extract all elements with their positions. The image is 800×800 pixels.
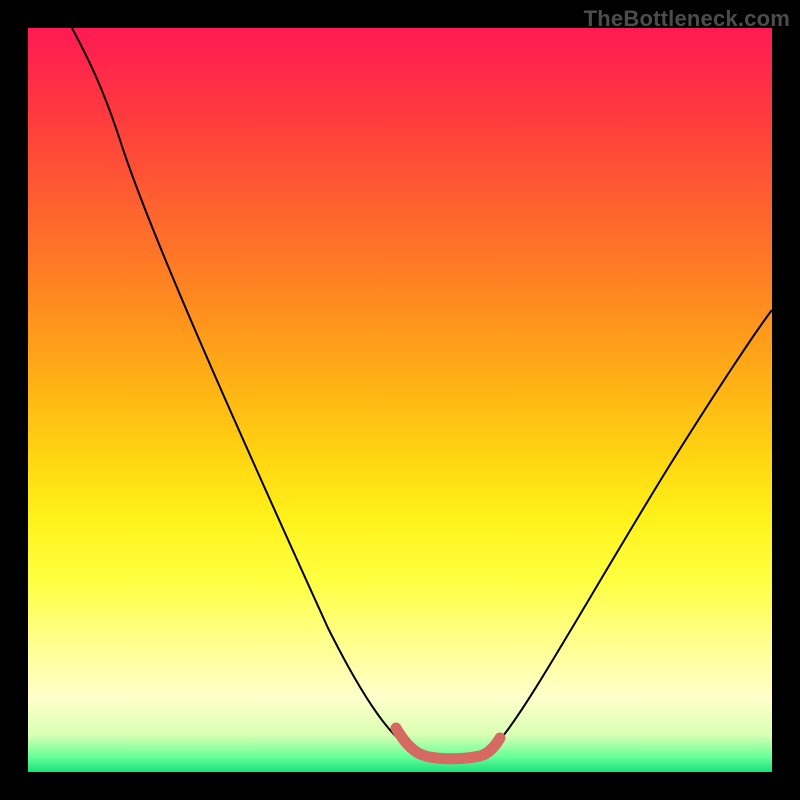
bottleneck-valley-highlight <box>396 728 500 759</box>
bottleneck-curve-black <box>72 28 772 758</box>
plot-area <box>28 28 772 772</box>
watermark-text: TheBottleneck.com <box>584 6 790 32</box>
curve-layer <box>28 28 772 772</box>
chart-frame: TheBottleneck.com <box>0 0 800 800</box>
